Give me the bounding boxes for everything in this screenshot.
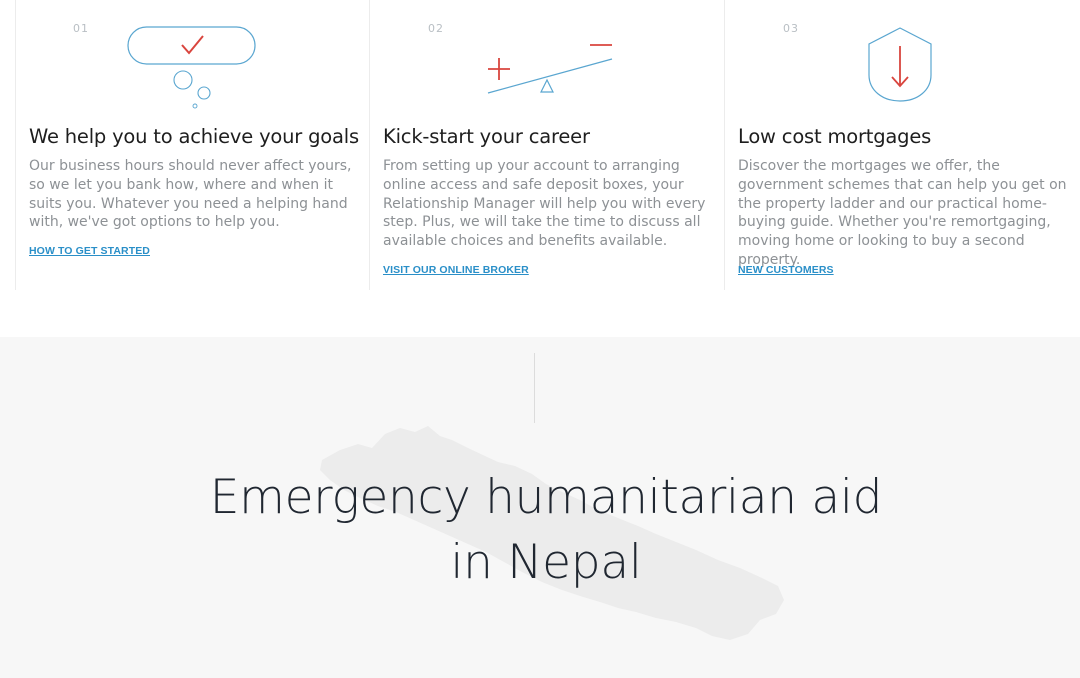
- headline-line-1: Emergency humanitarian aid: [209, 470, 883, 525]
- feature-card-mortgages: 03 Low cost mortgages Discover the mortg…: [724, 0, 1080, 290]
- feature-number: 02: [428, 22, 444, 35]
- feature-description: Discover the mortgages we offer, the gov…: [738, 158, 1067, 268]
- features-section: 01 We help you to achieve your goals Our…: [0, 0, 1080, 290]
- thought-bubble-check-icon: [116, 20, 256, 120]
- feature-description: Our business hours should never affect y…: [29, 158, 352, 231]
- section-divider: [534, 353, 535, 423]
- feature-number: 01: [73, 22, 89, 35]
- feature-title: We help you to achieve your goals: [29, 125, 359, 148]
- how-to-get-started-link[interactable]: HOW TO GET STARTED: [29, 245, 150, 257]
- nepal-aid-headline: Emergency humanitarian aid in Nepal: [0, 465, 1080, 595]
- headline-line-2: in Nepal: [450, 535, 642, 590]
- nepal-aid-section: Emergency humanitarian aid in Nepal: [0, 337, 1080, 678]
- feature-card-career: 02 Kick-start your career From setting u…: [369, 0, 724, 290]
- feature-title: Kick-start your career: [383, 125, 590, 148]
- balance-seesaw-icon: [480, 30, 620, 105]
- visit-online-broker-link[interactable]: VISIT OUR ONLINE BROKER: [383, 264, 529, 276]
- feature-title: Low cost mortgages: [738, 125, 932, 148]
- feature-description: From setting up your account to arrangin…: [383, 158, 706, 250]
- new-customers-link[interactable]: NEW CUSTOMERS: [738, 264, 834, 276]
- shield-down-arrow-icon: [860, 22, 940, 112]
- feature-number: 03: [783, 22, 799, 35]
- feature-card-goals: 01 We help you to achieve your goals Our…: [15, 0, 369, 290]
